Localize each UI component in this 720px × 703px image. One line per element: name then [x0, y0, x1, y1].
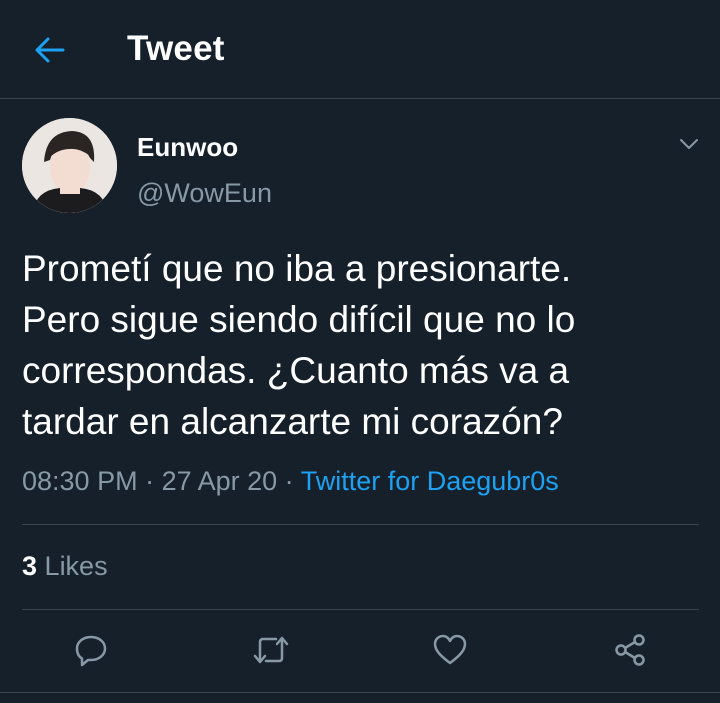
- divider: [0, 692, 720, 693]
- page-title: Tweet: [127, 29, 225, 68]
- tweet-time: 08:30 PM: [22, 466, 138, 496]
- author-handle[interactable]: @WowEun: [137, 178, 272, 209]
- retweet-icon: [253, 636, 289, 664]
- divider: [22, 609, 699, 610]
- likes-label: Likes: [44, 551, 108, 581]
- retweet-button[interactable]: [251, 630, 291, 670]
- avatar-image: [22, 118, 117, 213]
- reply-button[interactable]: [71, 630, 111, 670]
- author-name[interactable]: Eunwoo: [137, 132, 238, 163]
- back-button[interactable]: [30, 30, 70, 70]
- tweet-menu-button[interactable]: [672, 130, 706, 158]
- meta-separator: ·: [277, 466, 301, 496]
- tweet-text: Prometí que no iba a presionarte. Pero s…: [22, 248, 576, 442]
- likes-summary[interactable]: 3 Likes: [22, 551, 108, 582]
- likes-count: 3: [22, 551, 38, 581]
- arrow-left-icon: [35, 37, 65, 63]
- top-bar: Tweet: [0, 0, 720, 99]
- chevron-down-icon: [680, 139, 698, 149]
- share-icon: [615, 634, 645, 666]
- meta-separator: ·: [137, 466, 162, 496]
- avatar[interactable]: [22, 118, 117, 213]
- like-button[interactable]: [430, 630, 470, 670]
- share-button[interactable]: [610, 630, 650, 670]
- reply-icon: [75, 635, 107, 667]
- divider: [22, 524, 699, 525]
- tweet-meta: 08:30 PM · 27 Apr 20 · Twitter for Daegu…: [22, 466, 559, 497]
- tweet-source-link[interactable]: Twitter for Daegubr0s: [301, 466, 559, 496]
- tweet-date: 27 Apr 20: [161, 466, 278, 496]
- heart-icon: [433, 634, 467, 665]
